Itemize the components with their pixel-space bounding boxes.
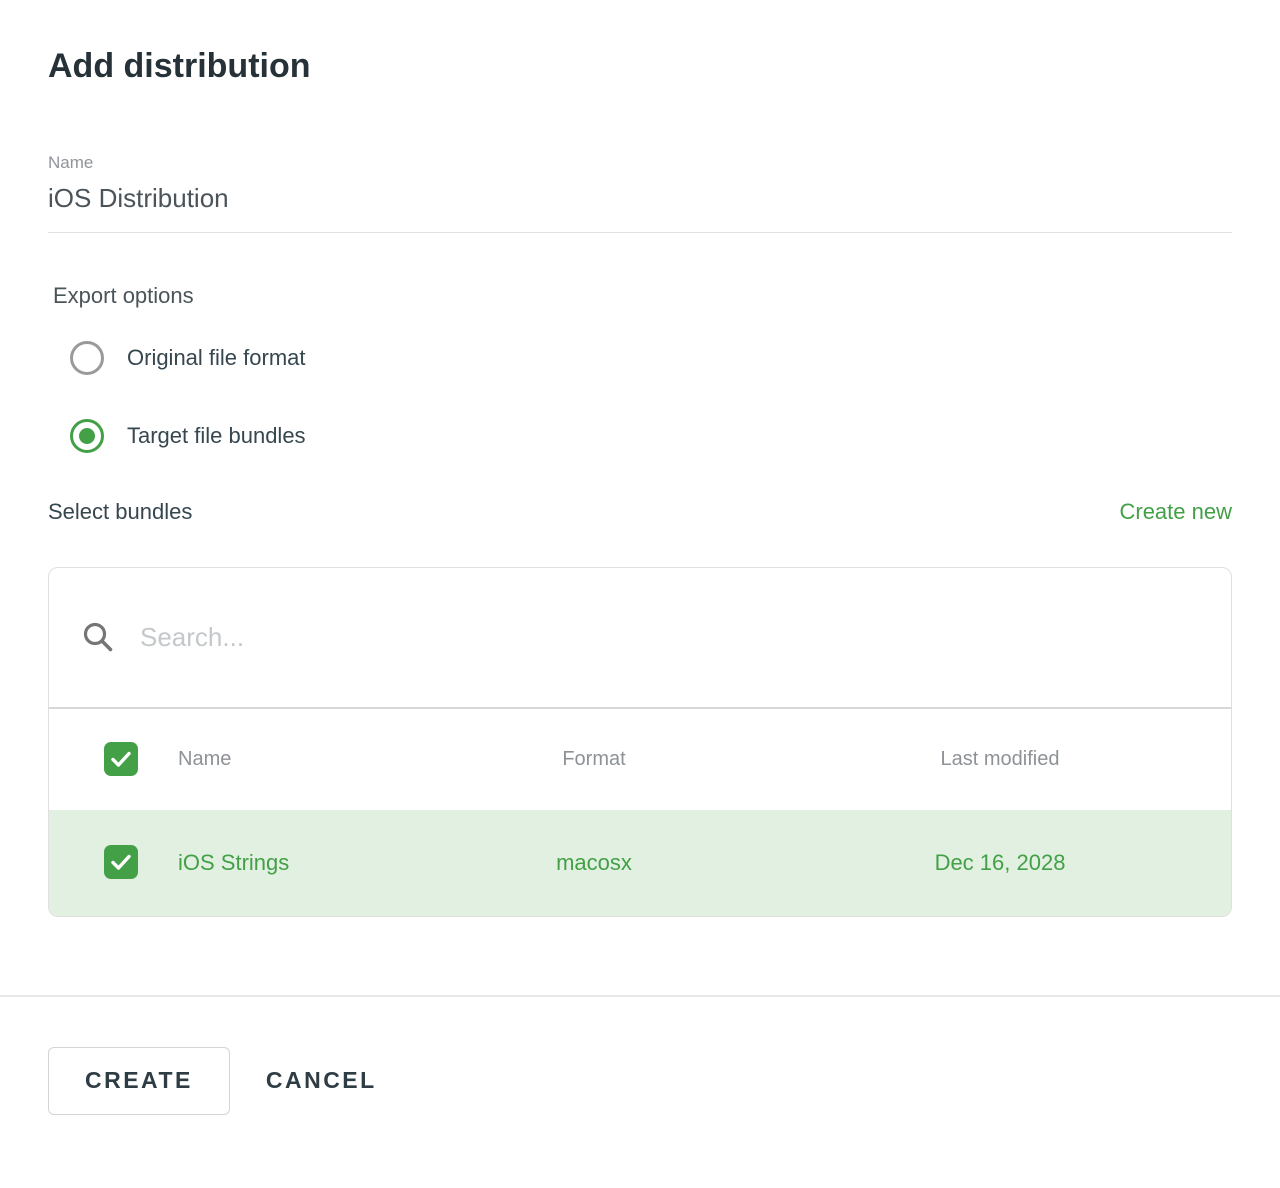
name-input[interactable]: iOS Distribution [48,183,1232,214]
bundles-header-row: Select bundles Create new [48,499,1232,525]
radio-option-target-file-bundles[interactable]: Target file bundles [70,419,1232,453]
radio-option-label: Target file bundles [127,423,306,449]
radio-unselected-icon[interactable] [70,341,104,375]
name-field-group: Name iOS Distribution [48,153,1232,233]
bundles-search-row [49,568,1231,709]
row-bundle-name: iOS Strings [159,850,419,876]
search-icon [82,621,114,653]
radio-selected-icon[interactable] [70,419,104,453]
select-bundles-label: Select bundles [48,499,192,525]
dialog-actions: CREATE CANCEL [0,997,1280,1165]
row-checkbox[interactable] [104,845,138,879]
cancel-button[interactable]: CANCEL [264,1047,379,1115]
export-options-label: Export options [48,283,1232,309]
checkmark-icon [108,746,134,772]
header-checkbox-cell [49,742,159,777]
radio-option-label: Original file format [127,345,306,371]
column-header-format: Format [419,748,769,771]
bundles-panel: Name Format Last modified iOS Strings ma… [48,567,1232,917]
create-new-link[interactable]: Create new [1119,499,1232,525]
row-bundle-last-modified: Dec 16, 2028 [769,850,1231,876]
row-bundle-format: macosx [419,850,769,876]
column-header-last-modified: Last modified [769,748,1231,771]
row-checkbox-cell [49,845,159,880]
create-button[interactable]: CREATE [48,1047,230,1115]
add-distribution-dialog: Add distribution Name iOS Distribution E… [0,0,1280,917]
table-header-row: Name Format Last modified [49,709,1231,810]
column-header-name: Name [159,748,419,771]
checkmark-icon [108,849,134,875]
table-row-ios-strings[interactable]: iOS Strings macosx Dec 16, 2028 [49,810,1231,916]
select-all-checkbox[interactable] [104,742,138,776]
page-title: Add distribution [48,46,1232,87]
search-input[interactable] [140,622,1117,653]
name-field-label: Name [48,153,1232,173]
radio-option-original-file-format[interactable]: Original file format [70,341,1232,375]
